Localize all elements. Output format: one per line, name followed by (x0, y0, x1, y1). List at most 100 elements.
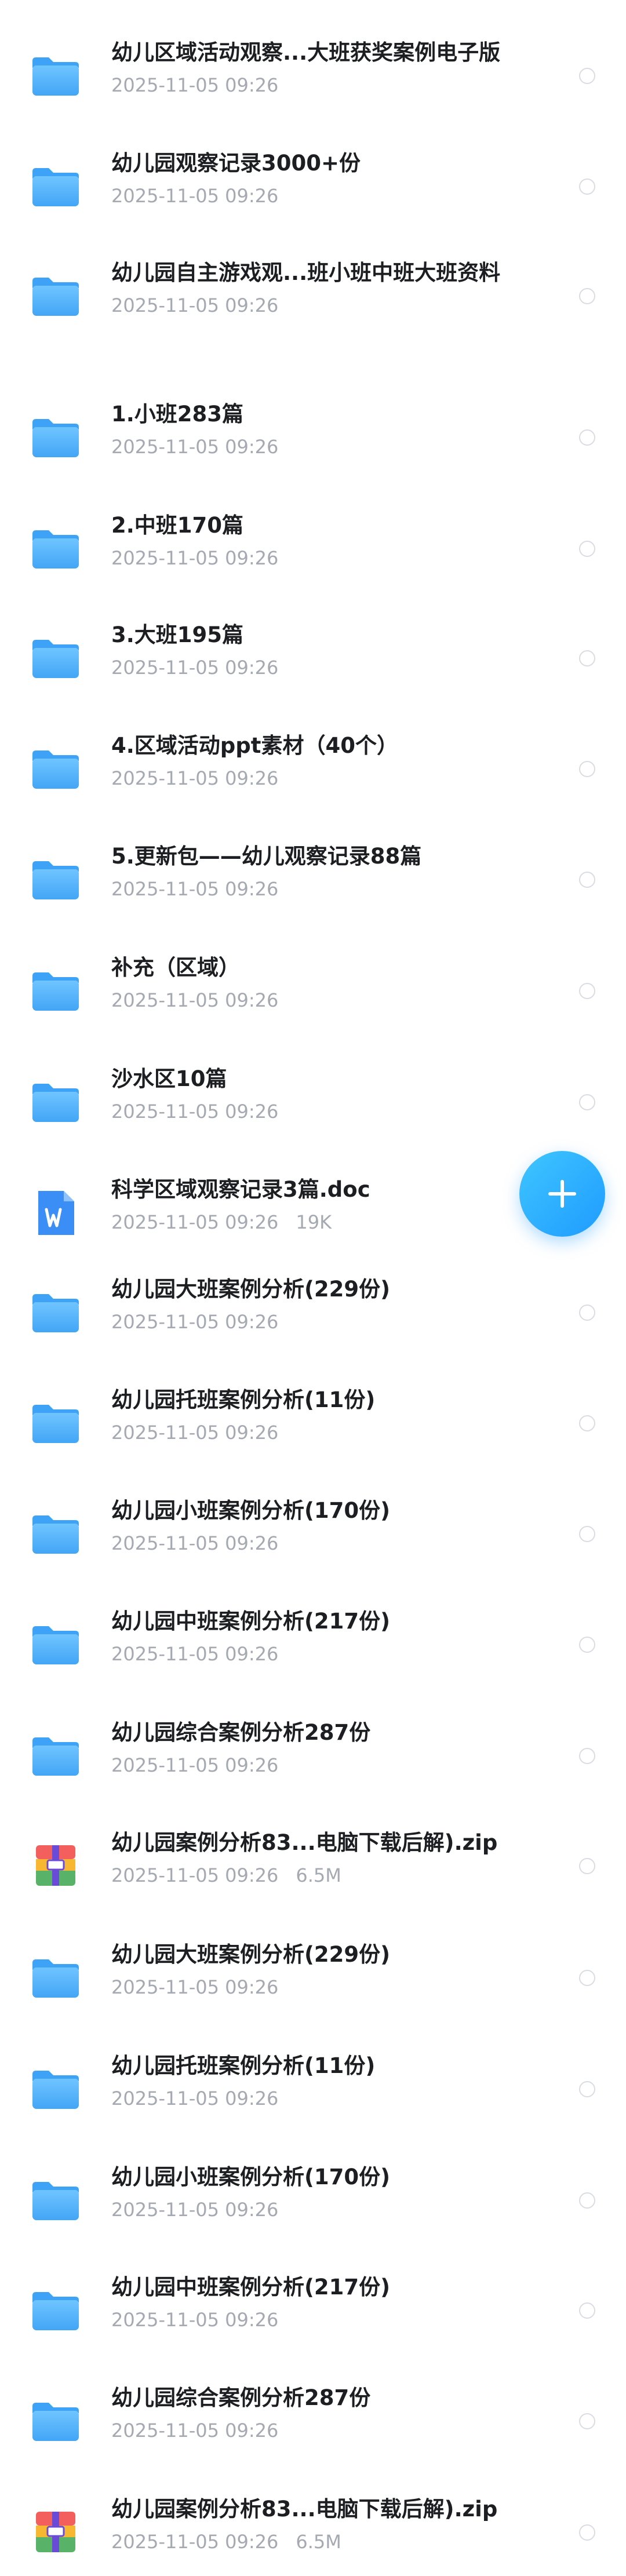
file-name: 幼儿园小班案例分析(170份) (111, 2165, 391, 2189)
select-radio[interactable] (579, 2081, 595, 2097)
folder-icon (28, 268, 83, 324)
file-row[interactable]: 幼儿园观察记录3000+份 2025-11-05 09:26 (0, 143, 626, 230)
file-row[interactable]: 幼儿园托班案例分析(11份) 2025-11-05 09:26 (0, 2046, 626, 2133)
select-radio[interactable] (579, 761, 595, 777)
file-meta: 2025-11-05 09:26 (111, 1100, 278, 1123)
file-size: 6.5M (296, 2531, 341, 2553)
folder-icon (28, 631, 83, 686)
file-row[interactable]: 幼儿园大班案例分析(229份) 2025-11-05 09:26 (0, 1934, 626, 2021)
select-radio[interactable] (579, 983, 595, 999)
select-radio[interactable] (579, 872, 595, 888)
select-radio[interactable] (579, 68, 595, 84)
folder-icon (28, 1506, 83, 1562)
file-name: 幼儿园托班案例分析(11份) (111, 2053, 376, 2078)
file-row[interactable]: 幼儿园中班案例分析(217份) 2025-11-05 09:26 (0, 2267, 626, 2354)
file-row[interactable]: 幼儿园托班案例分析(11份) 2025-11-05 09:26 (0, 1380, 626, 1467)
select-radio[interactable] (579, 1748, 595, 1764)
select-radio[interactable] (579, 2192, 595, 2209)
file-row[interactable]: 幼儿园案例分析83...电脑下载后解).zip 2025-11-05 09:26 6… (0, 2489, 626, 2576)
select-radio[interactable] (579, 288, 595, 304)
folder-icon (28, 852, 83, 908)
file-date: 2025-11-05 09:26 (111, 2087, 279, 2109)
file-row[interactable]: 幼儿园综合案例分析287份 2025-11-05 09:26 (0, 1713, 626, 1799)
file-date: 2025-11-05 09:26 (111, 1422, 279, 1444)
file-name: 幼儿园小班案例分析(170份) (111, 1498, 391, 1523)
folder-icon (28, 1396, 83, 1451)
file-meta: 2025-11-05 09:26 (111, 1421, 278, 1444)
select-radio[interactable] (579, 650, 595, 666)
select-radio[interactable] (579, 2302, 595, 2319)
file-meta: 2025-11-05 09:26 (111, 435, 278, 458)
folder-icon (28, 2393, 83, 2449)
file-row[interactable]: 幼儿园小班案例分析(170份) 2025-11-05 09:26 (0, 2157, 626, 2244)
select-radio[interactable] (579, 1858, 595, 1874)
file-date: 2025-11-05 09:26 (111, 436, 279, 458)
file-name: 幼儿园大班案例分析(229份) (111, 1277, 391, 1302)
file-row[interactable]: 幼儿园综合案例分析287份 2025-11-05 09:26 (0, 2378, 626, 2465)
folder-icon (28, 1074, 83, 1130)
file-meta: 2025-11-05 09:26 (111, 767, 278, 790)
zip-archive-icon (28, 1838, 83, 1894)
file-name: 幼儿园综合案例分析287份 (111, 1720, 371, 1745)
file-meta: 2025-11-05 09:26 (111, 74, 278, 97)
file-row[interactable]: 补充（区域） 2025-11-05 09:26 (0, 948, 626, 1034)
word-document-icon (28, 1185, 83, 1241)
file-name: 补充（区域） (111, 955, 240, 980)
file-name: 幼儿园案例分析83...电脑下载后解).zip (111, 1830, 498, 1855)
file-meta: 2025-11-05 09:26 (111, 2198, 278, 2221)
file-name: 沙水区10篇 (111, 1066, 227, 1091)
file-row[interactable]: 幼儿园案例分析83...电脑下载后解).zip 2025-11-05 09:26 6… (0, 1823, 626, 1910)
file-row[interactable]: 5.更新包——幼儿观察记录88篇 2025-11-05 09:26 (0, 836, 626, 923)
file-date: 2025-11-05 09:26 (111, 1101, 279, 1123)
file-date: 2025-11-05 09:26 (111, 2531, 279, 2553)
select-radio[interactable] (579, 1305, 595, 1321)
file-meta: 2025-11-05 09:26 (111, 1754, 278, 1777)
file-meta: 2025-11-05 09:26 (111, 184, 278, 207)
file-date: 2025-11-05 09:26 (111, 1211, 279, 1233)
select-radio[interactable] (579, 2413, 595, 2429)
file-meta: 2025-11-05 09:26 (111, 877, 278, 901)
file-meta: 2025-11-05 09:26 (111, 546, 278, 570)
file-row[interactable]: 4.区域活动ppt素材（40个） 2025-11-05 09:26 (0, 726, 626, 812)
select-radio[interactable] (579, 1526, 595, 1542)
file-meta: 2025-11-05 09:26 (111, 1642, 278, 1666)
file-name: 5.更新包——幼儿观察记录88篇 (111, 844, 422, 869)
file-date: 2025-11-05 09:26 (111, 185, 279, 207)
file-row[interactable]: 3.大班195篇 2025-11-05 09:26 (0, 615, 626, 702)
folder-icon (28, 159, 83, 214)
file-meta: 2025-11-05 09:26 (111, 656, 278, 679)
file-meta: 2025-11-05 09:26 6.5M (111, 2530, 341, 2553)
select-radio[interactable] (579, 1415, 595, 1431)
file-name: 幼儿区域活动观察...大班获奖案例电子版 (111, 40, 501, 65)
file-date: 2025-11-05 09:26 (111, 1643, 279, 1665)
select-radio[interactable] (579, 2524, 595, 2541)
folder-icon (28, 521, 83, 577)
file-row[interactable]: 沙水区10篇 2025-11-05 09:26 (0, 1059, 626, 1146)
file-date: 2025-11-05 09:26 (111, 74, 279, 96)
file-row[interactable]: 幼儿园中班案例分析(217份) 2025-11-05 09:26 (0, 1601, 626, 1688)
select-radio[interactable] (579, 541, 595, 557)
select-radio[interactable] (579, 178, 595, 195)
file-date: 2025-11-05 09:26 (111, 1976, 279, 1998)
select-radio[interactable] (579, 1094, 595, 1110)
file-name: 幼儿园观察记录3000+份 (111, 151, 361, 176)
select-radio[interactable] (579, 429, 595, 446)
file-meta: 2025-11-05 09:26 6.5M (111, 1864, 341, 1887)
file-date: 2025-11-05 09:26 (111, 2199, 279, 2221)
file-size: 19K (296, 1211, 332, 1233)
file-row[interactable]: 1.小班283篇 2025-11-05 09:26 (0, 394, 626, 481)
file-row[interactable]: 幼儿园自主游戏观...班小班中班大班资料 2025-11-05 09:26 (0, 253, 626, 340)
select-radio[interactable] (579, 1637, 595, 1653)
folder-icon (28, 2283, 83, 2338)
select-radio[interactable] (579, 1970, 595, 1986)
file-date: 2025-11-05 09:26 (111, 547, 279, 569)
folder-icon (28, 48, 83, 104)
file-name: 1.小班283篇 (111, 402, 244, 427)
add-fab-button[interactable] (519, 1151, 605, 1237)
file-row[interactable]: 幼儿区域活动观察...大班获奖案例电子版 2025-11-05 09:26 (0, 32, 626, 119)
file-list: 幼儿区域活动观察...大班获奖案例电子版 2025-11-05 09:26 幼儿园观… (0, 0, 626, 2571)
file-row[interactable]: 幼儿园大班案例分析(229份) 2025-11-05 09:26 (0, 1269, 626, 1356)
file-row[interactable]: 2.中班170篇 2025-11-05 09:26 (0, 505, 626, 592)
file-row[interactable]: 幼儿园小班案例分析(170份) 2025-11-05 09:26 (0, 1491, 626, 1577)
file-date: 2025-11-05 09:26 (111, 1532, 279, 1554)
